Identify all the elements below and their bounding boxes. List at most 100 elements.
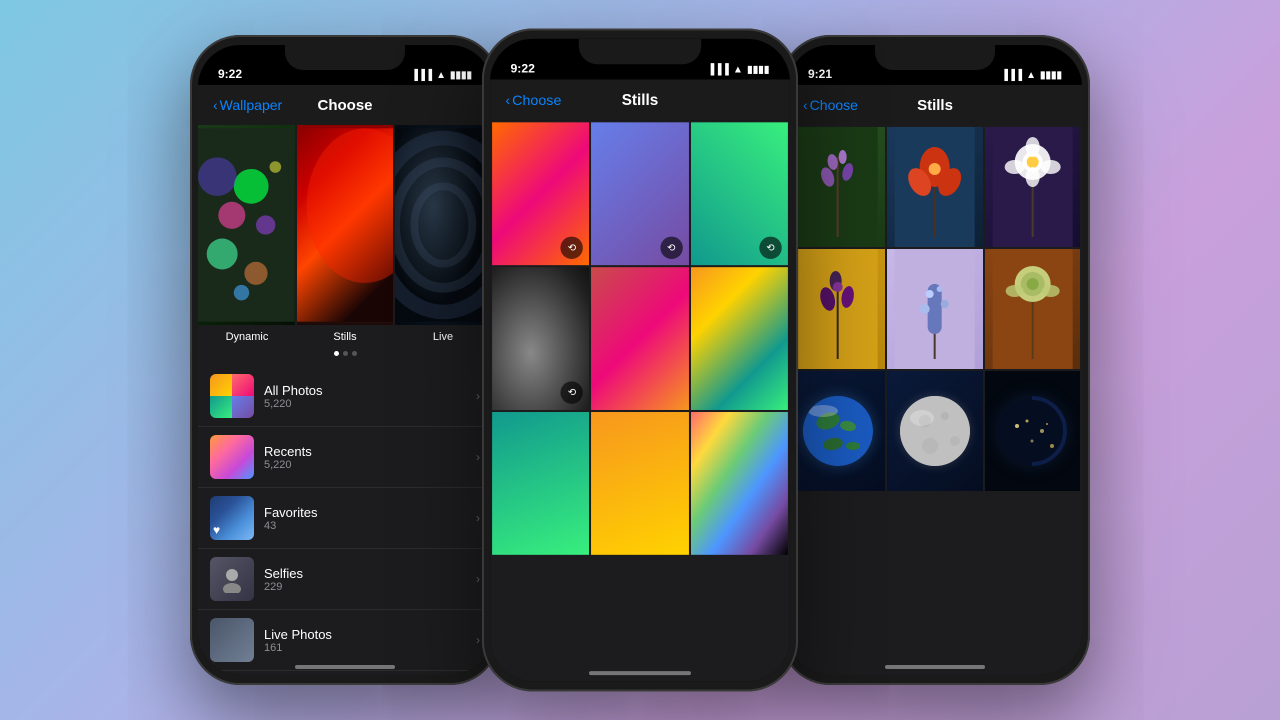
- album-thumb-selfies: [210, 557, 254, 601]
- signal-icon: ▐▐▐: [1001, 70, 1022, 81]
- flower-stills-grid: [788, 125, 1082, 493]
- phone2-back-button[interactable]: ‹ Choose: [505, 92, 561, 108]
- phone2: 9:22 ▐▐▐ ▲ ▮▮▮▮ ‹ Choose Stills: [482, 29, 798, 692]
- flower-item-3[interactable]: [985, 127, 1080, 247]
- chevron-recents: ›: [476, 450, 480, 464]
- wallpaper-type-grid: [198, 125, 492, 325]
- still-icon-1: ⟲: [561, 237, 583, 259]
- still-item-9[interactable]: [691, 412, 788, 555]
- album-count-recents: 5,220: [264, 459, 466, 471]
- album-count-livephotos: 161: [264, 642, 466, 654]
- chevron-favorites: ›: [476, 511, 480, 525]
- album-row-livephotos[interactable]: Live Photos 161 ›: [198, 610, 492, 671]
- album-row-allphotos[interactable]: All Photos 5,220 ›: [198, 366, 492, 427]
- album-name-allphotos: All Photos: [264, 383, 466, 398]
- stills-wallpaper-thumb[interactable]: [297, 125, 394, 325]
- album-name-recents: Recents: [264, 444, 466, 459]
- phone1-nav-title: Choose: [317, 97, 372, 114]
- earth-ball: [803, 396, 873, 466]
- phone2-status-icons: ▐▐▐ ▲ ▮▮▮▮: [707, 64, 769, 75]
- phone2-notch: [579, 39, 701, 64]
- album-thumb-livephotos: [210, 618, 254, 662]
- still-item-6[interactable]: [691, 267, 788, 410]
- flower-item-5[interactable]: [887, 249, 982, 369]
- earth-item[interactable]: [790, 371, 885, 491]
- phone3-nav-title: Stills: [917, 97, 953, 114]
- album-info-favorites: Favorites 43: [264, 505, 466, 532]
- albums-list: All Photos 5,220 › Recents 5,220 ›: [198, 358, 492, 675]
- album-info-allphotos: All Photos 5,220: [264, 383, 466, 410]
- phone3-status-icons: ▐▐▐ ▲ ▮▮▮▮: [1001, 70, 1062, 81]
- chevron-selfies: ›: [476, 572, 480, 586]
- phone1-nav-bar: ‹ Wallpaper Choose: [198, 85, 492, 125]
- pagination-dots: [198, 349, 492, 358]
- album-row-favorites[interactable]: ♥ Favorites 43 ›: [198, 488, 492, 549]
- chevron-allphotos: ›: [476, 389, 480, 403]
- album-name-livephotos: Live Photos: [264, 627, 466, 642]
- phone1: 9:22 ▐▐▐ ▲ ▮▮▮▮ ‹ Wallpaper Choose: [190, 35, 500, 685]
- phone1-screen: 9:22 ▐▐▐ ▲ ▮▮▮▮ ‹ Wallpaper Choose: [198, 45, 492, 675]
- phone2-home-indicator: [589, 671, 691, 675]
- battery-icon: ▮▮▮▮: [747, 64, 769, 75]
- live-label: Live: [394, 331, 492, 343]
- album-thumb-allphotos: [210, 374, 254, 418]
- still-item-5[interactable]: [591, 267, 688, 410]
- phone2-nav-bar: ‹ Choose Stills: [490, 80, 790, 121]
- flower-item-1[interactable]: [790, 127, 885, 247]
- allphotos-q2: [232, 374, 254, 396]
- phone1-home-indicator: [295, 665, 395, 669]
- album-info-selfies: Selfies 229: [264, 566, 466, 593]
- phone3-screen: 9:21 ▐▐▐ ▲ ▮▮▮▮ ‹ Choose Stills: [788, 45, 1082, 675]
- live-wallpaper-thumb[interactable]: [395, 125, 492, 325]
- dynamic-label: Dynamic: [198, 331, 296, 343]
- phone1-time: 9:22: [218, 67, 242, 81]
- phone2-back-label: Choose: [512, 92, 561, 108]
- dot-2: [343, 351, 348, 356]
- chevron-left-icon: ‹: [213, 97, 218, 113]
- chevron-left-icon: ‹: [505, 92, 510, 108]
- still-item-4[interactable]: ⟲: [492, 267, 589, 410]
- stills-label: Stills: [296, 331, 394, 343]
- phone1-back-button[interactable]: ‹ Wallpaper: [213, 97, 282, 113]
- still-item-8[interactable]: [591, 412, 688, 555]
- wifi-icon: ▲: [1026, 70, 1036, 81]
- allphotos-q3: [210, 396, 232, 418]
- phone2-nav-title: Stills: [622, 91, 659, 108]
- phone1-notch: [285, 45, 405, 70]
- still-item-1[interactable]: ⟲: [492, 122, 589, 265]
- flower-item-2[interactable]: [887, 127, 982, 247]
- phone3-back-button[interactable]: ‹ Choose: [803, 97, 858, 113]
- album-count-favorites: 43: [264, 520, 466, 532]
- album-thumb-favorites: ♥: [210, 496, 254, 540]
- phone3-nav-bar: ‹ Choose Stills: [788, 85, 1082, 125]
- allphotos-q4: [232, 396, 254, 418]
- album-count-allphotos: 5,220: [264, 398, 466, 410]
- chevron-livephotos: ›: [476, 633, 480, 647]
- flower-item-4[interactable]: [790, 249, 885, 369]
- album-info-livephotos: Live Photos 161: [264, 627, 466, 654]
- battery-icon: ▮▮▮▮: [450, 70, 472, 81]
- album-info-recents: Recents 5,220: [264, 444, 466, 471]
- flower-item-6[interactable]: [985, 249, 1080, 369]
- dot-1: [334, 351, 339, 356]
- moon-item[interactable]: [887, 371, 982, 491]
- signal-icon: ▐▐▐: [707, 64, 729, 75]
- still-item-2[interactable]: ⟲: [591, 122, 688, 265]
- dark-earth-item[interactable]: [985, 371, 1080, 491]
- still-icon-3: ⟲: [759, 237, 781, 259]
- album-thumb-recents: [210, 435, 254, 479]
- phone2-content: ⟲ ⟲ ⟲ ⟲: [490, 120, 790, 681]
- phone1-back-label: Wallpaper: [220, 97, 283, 113]
- still-item-3[interactable]: ⟲: [691, 122, 788, 265]
- wifi-icon: ▲: [436, 70, 446, 81]
- dynamic-wallpaper-thumb[interactable]: [198, 125, 295, 325]
- phone3-content: [788, 125, 1082, 675]
- wallpaper-category-labels: Dynamic Stills Live: [198, 325, 492, 349]
- phone3: 9:21 ▐▐▐ ▲ ▮▮▮▮ ‹ Choose Stills: [780, 35, 1090, 685]
- signal-icon: ▐▐▐: [411, 70, 432, 81]
- album-row-selfies[interactable]: Selfies 229 ›: [198, 549, 492, 610]
- album-row-recents[interactable]: Recents 5,220 ›: [198, 427, 492, 488]
- still-item-7[interactable]: [492, 412, 589, 555]
- dot-3: [352, 351, 357, 356]
- wifi-icon: ▲: [733, 64, 743, 75]
